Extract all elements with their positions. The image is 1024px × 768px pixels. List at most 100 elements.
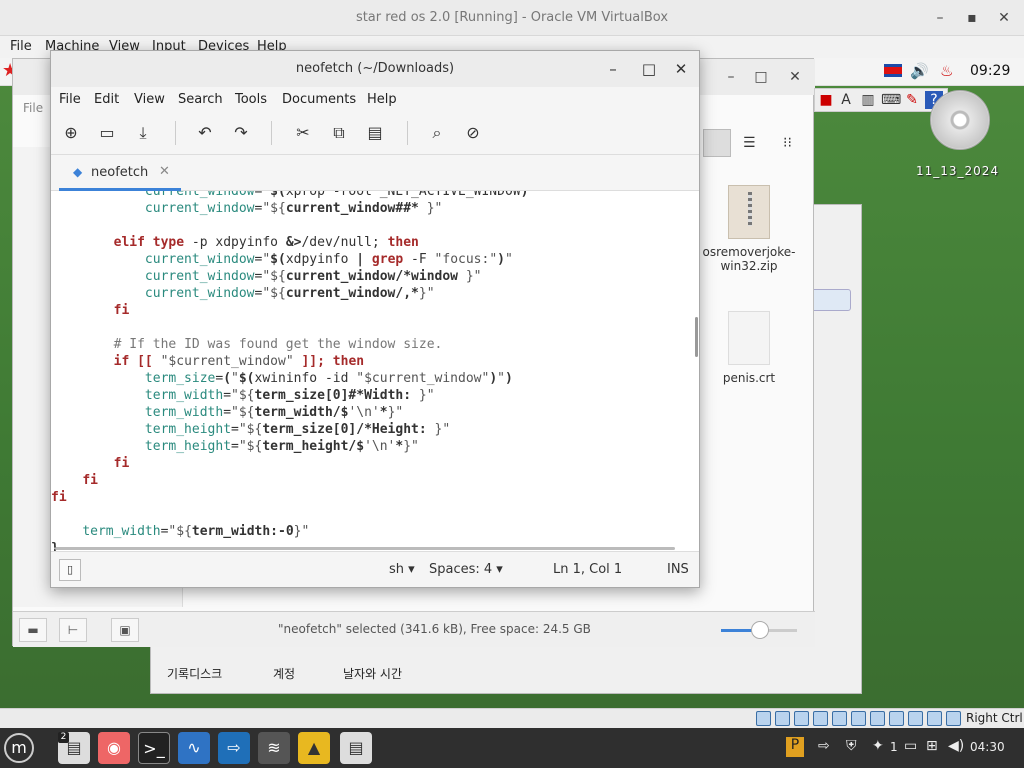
- volume-icon[interactable]: 🔊: [910, 62, 929, 80]
- new-file-icon[interactable]: ⊕: [59, 121, 83, 145]
- code-line: term_width="${term_width:-0}": [82, 524, 310, 539]
- gedit-close-icon[interactable]: ✕: [671, 59, 691, 79]
- cursor-position[interactable]: Ln 1, Col 1: [553, 562, 622, 577]
- hide-sidebar-button[interactable]: ▣: [111, 618, 139, 642]
- terminal-icon[interactable]: >_: [138, 732, 170, 764]
- horizontal-scrollbar[interactable]: [55, 547, 675, 550]
- gedit-menu-search[interactable]: Search: [178, 92, 223, 107]
- code-line: if [[ "$current_window" ]]; then: [113, 354, 365, 369]
- gedit-window: neofetch (~/Downloads) – □ ✕ File Edit V…: [50, 50, 700, 588]
- zoom-knob[interactable]: [751, 621, 769, 639]
- file-zip[interactable]: osremoverjoke-win32.zip: [699, 185, 799, 273]
- cp-item-account[interactable]: 계정: [273, 665, 295, 682]
- language-selector[interactable]: sh ▾: [389, 562, 415, 577]
- gedit-maximize-icon[interactable]: □: [639, 59, 659, 79]
- sound-icon[interactable]: ◀): [948, 738, 964, 754]
- text-editor-app-icon[interactable]: ▤: [340, 732, 372, 764]
- firefox-icon[interactable]: ◉: [98, 732, 130, 764]
- network-icon[interactable]: ⊞: [926, 738, 938, 754]
- mouse-status-icon[interactable]: [927, 711, 942, 726]
- tree-button[interactable]: ⊢: [59, 618, 87, 642]
- system-monitor-icon[interactable]: ∿: [178, 732, 210, 764]
- transfer-tray-icon[interactable]: ⇨: [818, 738, 830, 754]
- side-panel-toggle-icon[interactable]: ▯: [59, 559, 81, 581]
- fm-close-icon[interactable]: ✕: [785, 67, 805, 87]
- undo-icon[interactable]: ↶: [193, 121, 217, 145]
- usb-status-icon[interactable]: [832, 711, 847, 726]
- code-editor[interactable]: current_window="$(xprop -root _NET_ACTIV…: [51, 191, 699, 551]
- fm-minimize-icon[interactable]: –: [721, 67, 741, 87]
- shield-icon[interactable]: ⛨: [846, 738, 857, 754]
- text-icon[interactable]: A: [837, 91, 855, 109]
- menu-file[interactable]: File: [10, 39, 32, 54]
- gedit-menu-file[interactable]: File: [59, 92, 81, 107]
- cp-item-datetime[interactable]: 날자와 시간: [343, 665, 402, 682]
- keyboard-icon[interactable]: ⌨: [881, 91, 901, 109]
- tab-neofetch[interactable]: ◆ neofetch ✕: [59, 155, 181, 191]
- open-file-icon[interactable]: ▭: [95, 121, 119, 145]
- fm-status-text: "neofetch" selected (341.6 kB), Free spa…: [278, 622, 591, 636]
- virtualbox-titlebar: star red os 2.0 [Running] - Oracle VM Vi…: [0, 0, 1024, 36]
- copy-icon[interactable]: ⧉: [327, 121, 351, 145]
- gedit-menu-tools[interactable]: Tools: [235, 92, 267, 107]
- paste-icon[interactable]: ▤: [363, 121, 387, 145]
- code-line: term_height="${term_size[0]/*Height: }": [144, 422, 451, 437]
- gedit-menu-view[interactable]: View: [134, 92, 165, 107]
- cd-drive-icon[interactable]: [930, 90, 990, 150]
- flag-icon: [884, 64, 902, 77]
- shared-folder-status-icon[interactable]: [851, 711, 866, 726]
- mint-menu-icon[interactable]: m: [4, 733, 34, 763]
- cut-icon[interactable]: ✂: [291, 121, 315, 145]
- code-line: # If the ID was found get the window siz…: [113, 337, 443, 352]
- window-list-icon[interactable]: ▭: [904, 738, 917, 754]
- audio-app-icon[interactable]: ≋: [258, 732, 290, 764]
- vertical-scrollbar[interactable]: [695, 317, 698, 357]
- code-line: fi: [82, 473, 98, 488]
- code-line: current_window="${current_window/*window…: [144, 269, 482, 284]
- code-line: fi: [113, 303, 130, 318]
- cpu-status-icon[interactable]: [908, 711, 923, 726]
- display-status-icon[interactable]: [870, 711, 885, 726]
- close-icon[interactable]: ✕: [994, 8, 1014, 28]
- audio-status-icon[interactable]: [794, 711, 809, 726]
- desktop-date-label: 11_13_2024: [916, 164, 1000, 178]
- book-icon[interactable]: ▥: [859, 91, 877, 109]
- spaces-selector[interactable]: Spaces: 4 ▾: [429, 562, 503, 577]
- gedit-minimize-icon[interactable]: –: [603, 59, 623, 79]
- optical-status-icon[interactable]: [775, 711, 790, 726]
- redo-icon[interactable]: ↷: [229, 121, 253, 145]
- compact-view-icon[interactable]: ⁝⁝: [783, 135, 792, 151]
- hdd-status-icon[interactable]: [756, 711, 771, 726]
- save-icon[interactable]: ⤓: [131, 121, 155, 145]
- keyboard-status-icon[interactable]: [946, 711, 961, 726]
- cp-item-disc[interactable]: 기록디스크: [167, 665, 222, 682]
- file-manager-app-icon[interactable]: ▤ 2: [58, 732, 90, 764]
- network-status-icon[interactable]: [813, 711, 828, 726]
- transfer-app-icon[interactable]: ⇨: [218, 732, 250, 764]
- search-icon[interactable]: ⌕: [425, 121, 449, 145]
- icon-view-button[interactable]: [703, 129, 731, 157]
- network-icon[interactable]: ♨: [940, 62, 953, 80]
- gedit-tabbar: ◆ neofetch ✕: [51, 155, 699, 191]
- recording-status-icon[interactable]: [889, 711, 904, 726]
- code-line: elif type -p xdpyinfo &>/dev/null; then: [113, 235, 419, 250]
- zoom-slider[interactable]: [721, 621, 797, 639]
- gedit-menu-help[interactable]: Help: [367, 92, 397, 107]
- replace-icon[interactable]: ⊘: [461, 121, 485, 145]
- file-crt[interactable]: penis.crt: [699, 311, 799, 385]
- fm-maximize-icon[interactable]: □: [751, 67, 771, 87]
- taskbar: m ▤ 2 ◉ >_ ∿ ⇨ ≋ ▲ ▤ P ⇨ ⛨ ✦ 1 ▭ ⊞ ◀) 04:…: [0, 728, 1024, 768]
- tool-icon[interactable]: ✎: [903, 91, 921, 109]
- parking-tray-icon[interactable]: P: [786, 737, 804, 757]
- red-marker-icon[interactable]: ■: [817, 91, 835, 109]
- code-line: term_size=("$(xwininfo -id "$current_win…: [144, 371, 513, 386]
- notification-icon[interactable]: ✦: [872, 738, 884, 754]
- places-button[interactable]: ▬: [19, 618, 47, 642]
- gedit-menu-documents[interactable]: Documents: [282, 92, 356, 107]
- tab-close-icon[interactable]: ✕: [159, 164, 170, 179]
- list-view-icon[interactable]: ☰: [743, 135, 756, 151]
- gedit-menu-edit[interactable]: Edit: [94, 92, 119, 107]
- minimize-icon[interactable]: –: [930, 8, 950, 28]
- maximize-icon[interactable]: ▪: [962, 8, 982, 28]
- bell-app-icon[interactable]: ▲: [298, 732, 330, 764]
